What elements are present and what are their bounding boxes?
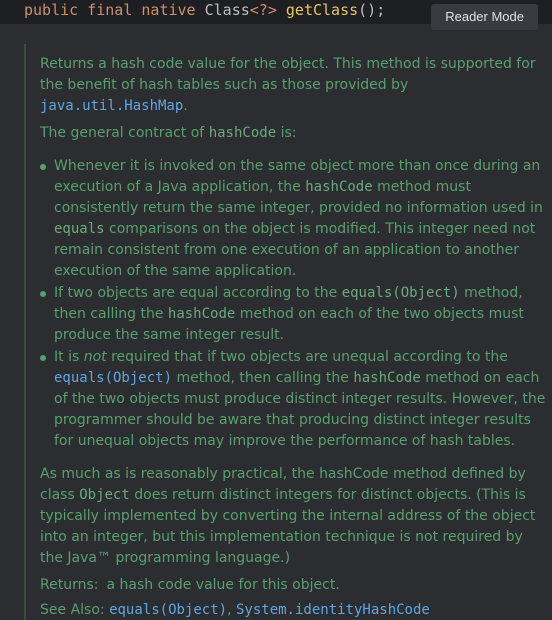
code-hashcode: hashCode: [208, 125, 277, 141]
doc-text: .: [183, 98, 188, 114]
doc-text: Returns a hash code value for the object…: [40, 56, 536, 93]
code-parens: ();: [358, 1, 386, 19]
code-type-class[interactable]: Class: [205, 1, 250, 19]
doc-text: required that if two objects are unequal…: [106, 349, 508, 365]
doc-emphasis-not: not: [83, 349, 107, 365]
documentation-popup: Returns a hash code value for the object…: [24, 44, 546, 620]
see-also-separator: ,: [227, 602, 236, 618]
doc-paragraph-summary: Returns a hash code value for the object…: [40, 54, 546, 117]
see-also-label: See Also:: [40, 602, 105, 618]
code-equals: equals: [54, 221, 105, 237]
contract-list: Whenever it is invoked on the same objec…: [40, 156, 546, 452]
reader-mode-button[interactable]: Reader Mode: [431, 4, 538, 30]
code-keyword-native: native: [141, 1, 196, 19]
code-hashcode: hashCode: [167, 306, 236, 322]
bullet-icon: [40, 291, 46, 297]
code-hashcode: hashCode: [353, 370, 421, 386]
documentation-body: Returns a hash code value for the object…: [40, 54, 546, 620]
doc-paragraph-practical: As much as is reasonably practical, the …: [40, 464, 546, 569]
code-keyword-public: public: [24, 1, 79, 19]
code-object: Object: [79, 487, 130, 503]
doc-text: comparisons on the object is modified. T…: [54, 221, 536, 279]
code-method-name[interactable]: getClass: [286, 1, 358, 19]
contract-item-unequal-objects: It is not required that if two objects a…: [40, 347, 546, 452]
code-hashcode: hashCode: [305, 179, 373, 195]
contract-item-consistency: Whenever it is invoked on the same objec…: [40, 156, 546, 282]
see-also-section: See Also: equals(Object), System.identit…: [40, 600, 546, 620]
bullet-icon: [40, 164, 46, 170]
link-see-also-equals[interactable]: equals(Object): [109, 602, 227, 618]
code-signature: public final native Class<?> getClass();: [24, 0, 385, 20]
link-equals-object[interactable]: equals(Object): [54, 370, 172, 386]
returns-value: a hash code value for this object.: [106, 577, 340, 593]
link-java-util-hashmap[interactable]: java.util.HashMap: [40, 98, 183, 114]
code-keyword-final: final: [87, 1, 133, 19]
returns-section: Returns: a hash code value for this objec…: [40, 575, 546, 596]
doc-text: It is: [54, 349, 84, 365]
contract-item-equal-objects: If two objects are equal according to th…: [40, 283, 546, 346]
doc-text: The general contract of: [40, 125, 209, 141]
doc-text: is:: [276, 125, 297, 141]
link-see-also-identityhashcode[interactable]: System.identityHashCode: [236, 602, 430, 618]
doc-text: method, then calling the: [172, 370, 354, 386]
returns-label: Returns:: [40, 577, 99, 593]
code-equals-object: equals(Object): [341, 285, 460, 301]
bullet-icon: [40, 355, 46, 361]
doc-paragraph-contract-intro: The general contract of hashCode is:: [40, 123, 546, 144]
doc-text: If two objects are equal according to th…: [54, 285, 342, 301]
code-generic: <?>: [249, 1, 277, 19]
